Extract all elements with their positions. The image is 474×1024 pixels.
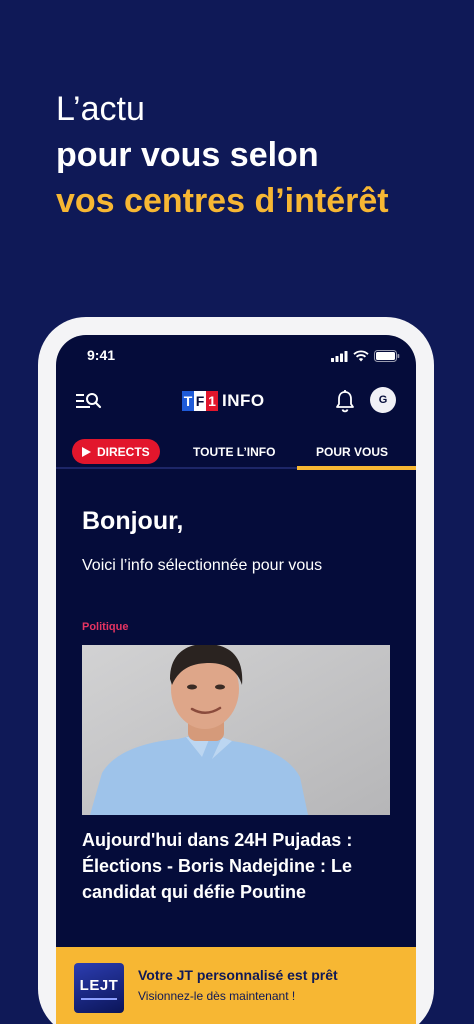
- status-bar: 9:41: [56, 347, 416, 367]
- article-image[interactable]: [82, 645, 390, 815]
- bell-icon[interactable]: [334, 389, 356, 413]
- system-icons: [331, 350, 400, 362]
- logo-letter-f: F: [194, 391, 206, 411]
- greeting-title: Bonjour,: [82, 507, 184, 535]
- status-time: 9:41: [87, 347, 116, 363]
- tf1-logo-blocks: T F 1: [182, 391, 218, 411]
- tab-pour-vous[interactable]: POUR VOUS: [316, 445, 388, 459]
- wifi-icon: [353, 350, 369, 362]
- article-title[interactable]: Aujourd'hui dans 24H Pujadas : Élections…: [82, 827, 392, 905]
- le-jt-underline: [81, 997, 117, 1000]
- tab-directs-label: DIRECTS: [97, 444, 150, 459]
- banner-subtitle: Visionnez-le dès maintenant !: [138, 989, 296, 1003]
- article-category[interactable]: Politique: [82, 621, 128, 633]
- greeting-subtitle: Voici l’info sélectionnée pour vous: [82, 557, 323, 574]
- le-jt-logo: LEJT: [79, 976, 119, 994]
- app-bar: T F 1 INFO G: [56, 385, 416, 425]
- promo-line-2: pour vous selon: [56, 136, 319, 174]
- avatar[interactable]: G: [370, 387, 396, 413]
- signal-icon: [331, 350, 348, 362]
- phone-frame: 9:41 T F 1 INFO G DIRECTS TOUTE L’INFO P…: [38, 317, 434, 1024]
- logo-letter-t: T: [182, 391, 194, 411]
- promo-headline: L’actu pour vous selon vos centres d’int…: [56, 86, 389, 224]
- banner-title: Votre JT personnalisé est prêt: [138, 967, 338, 983]
- active-tab-indicator: [297, 466, 416, 470]
- personalized-jt-banner[interactable]: LEJT Votre JT personnalisé est prêt Visi…: [56, 947, 416, 1024]
- tf1-info-logo: T F 1 INFO: [182, 391, 265, 411]
- menu-search-icon[interactable]: [76, 392, 102, 412]
- le-jt-thumbnail: LEJT: [74, 963, 124, 1013]
- presenter-photo: [82, 645, 390, 815]
- play-icon: [82, 446, 91, 457]
- promo-line-3: vos centres d’intérêt: [56, 182, 389, 220]
- promo-line-1: L’actu: [56, 90, 145, 128]
- tab-toute-linfo[interactable]: TOUTE L’INFO: [193, 445, 275, 459]
- tab-directs[interactable]: DIRECTS: [72, 439, 160, 464]
- logo-info-text: INFO: [222, 391, 265, 410]
- phone-screen: 9:41 T F 1 INFO G DIRECTS TOUTE L’INFO P…: [56, 335, 416, 1024]
- logo-letter-1: 1: [206, 391, 218, 411]
- battery-icon: [374, 350, 400, 362]
